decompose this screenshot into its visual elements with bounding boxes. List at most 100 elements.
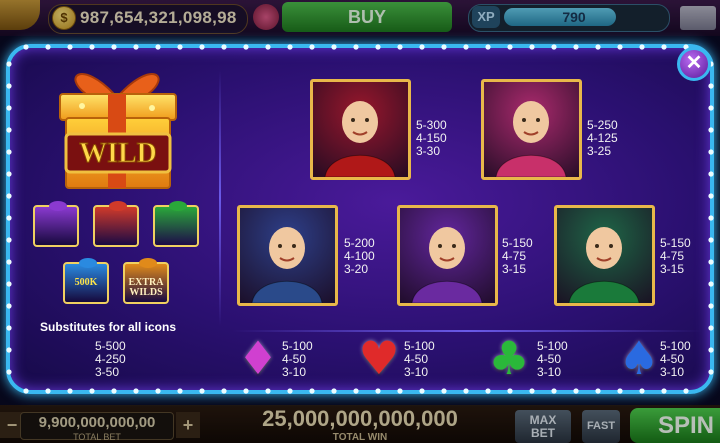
symbol-dealer bbox=[554, 205, 655, 306]
wild-label: WILD bbox=[79, 138, 157, 169]
marquee-light bbox=[6, 149, 12, 155]
marquee-light bbox=[287, 388, 293, 394]
payout-heart: 5-100 4-50 3-10 bbox=[404, 340, 435, 379]
marquee-light bbox=[441, 44, 447, 50]
dealer-figure bbox=[568, 227, 640, 303]
marquee-light bbox=[708, 193, 714, 199]
marquee-light bbox=[6, 193, 12, 199]
marquee-light bbox=[683, 388, 689, 394]
payout-lady-gift: 5-250 4-125 3-25 bbox=[587, 119, 618, 158]
payout-line: 3-30 bbox=[416, 144, 441, 158]
marquee-light bbox=[485, 388, 491, 394]
club-icon: ♣ bbox=[488, 331, 530, 385]
payout-line: 3-10 bbox=[404, 365, 429, 379]
marquee-light bbox=[375, 44, 381, 50]
marquee-light bbox=[708, 369, 714, 375]
marquee-light bbox=[708, 347, 714, 353]
payout-dealer: 5-150 4-75 3-15 bbox=[660, 237, 691, 276]
marquee-light bbox=[573, 388, 579, 394]
marquee-light bbox=[89, 388, 95, 394]
bonus-gift-label: EXTRA WILDS bbox=[128, 277, 164, 298]
symbol-cowboy bbox=[397, 205, 498, 306]
marquee-light bbox=[6, 369, 12, 375]
marquee-light bbox=[6, 281, 12, 287]
bonus-gift-icon bbox=[33, 201, 79, 247]
marquee-light bbox=[265, 44, 271, 50]
marquee-light bbox=[463, 388, 469, 394]
gift-bow-icon bbox=[79, 258, 97, 268]
marquee-light bbox=[397, 44, 403, 50]
marquee-light bbox=[419, 388, 425, 394]
marquee-light bbox=[708, 259, 714, 265]
cowboy-figure bbox=[411, 227, 483, 303]
vertical-divider bbox=[219, 70, 221, 326]
marquee-light bbox=[6, 303, 12, 309]
marquee-light bbox=[529, 44, 535, 50]
marquee-light bbox=[309, 388, 315, 394]
heart-icon: ♥ bbox=[358, 331, 400, 385]
marquee-light bbox=[6, 127, 12, 133]
payout-line: 3-10 bbox=[282, 365, 307, 379]
bonus-gift-label: 500K bbox=[74, 277, 98, 288]
marquee-light bbox=[67, 44, 73, 50]
payout-club: 5-100 4-50 3-10 bbox=[537, 340, 568, 379]
marquee-light bbox=[133, 388, 139, 394]
marquee-light bbox=[133, 44, 139, 50]
marquee-light bbox=[265, 388, 271, 394]
marquee-light bbox=[331, 388, 337, 394]
symbol-santa bbox=[310, 79, 411, 180]
payout-line: 3-20 bbox=[344, 262, 369, 276]
gift-bow-icon bbox=[109, 201, 127, 211]
marquee-light bbox=[177, 388, 183, 394]
wild-payout-3: 3-50 bbox=[95, 365, 120, 379]
marquee-light bbox=[708, 149, 714, 155]
marquee-light bbox=[221, 388, 227, 394]
marquee-light bbox=[6, 171, 12, 177]
marquee-light bbox=[6, 215, 12, 221]
marquee-light bbox=[6, 83, 12, 89]
bonus-gift-icon: 500K bbox=[63, 258, 109, 304]
marquee-light bbox=[595, 44, 601, 50]
marquee-light bbox=[441, 388, 447, 394]
marquee-light bbox=[397, 388, 403, 394]
marquee-light bbox=[708, 215, 714, 221]
wild-gift-icon: WILD bbox=[59, 73, 177, 189]
santa-figure bbox=[324, 101, 396, 177]
marquee-light bbox=[155, 44, 161, 50]
lady-gift-figure bbox=[495, 101, 567, 177]
marquee-light bbox=[287, 44, 293, 50]
marquee-light bbox=[199, 44, 205, 50]
marquee-light bbox=[708, 303, 714, 309]
symbol-man-suit bbox=[237, 205, 338, 306]
marquee-light bbox=[708, 105, 714, 111]
marquee-light bbox=[617, 44, 623, 50]
marquee-light bbox=[639, 44, 645, 50]
marquee-light bbox=[551, 44, 557, 50]
close-button[interactable]: ✕ bbox=[677, 47, 711, 81]
marquee-light bbox=[507, 388, 513, 394]
marquee-light bbox=[199, 388, 205, 394]
marquee-light bbox=[573, 44, 579, 50]
payout-line: 3-15 bbox=[502, 262, 527, 276]
marquee-light bbox=[639, 388, 645, 394]
diamond-icon: ♦ bbox=[237, 331, 279, 385]
marquee-light bbox=[6, 61, 12, 67]
marquee-light bbox=[6, 105, 12, 111]
marquee-light bbox=[6, 325, 12, 331]
payout-cowboy: 5-150 4-75 3-15 bbox=[502, 237, 533, 276]
marquee-light bbox=[23, 44, 29, 50]
marquee-light bbox=[45, 44, 51, 50]
marquee-light bbox=[463, 44, 469, 50]
payout-santa: 5-300 4-150 3-30 bbox=[416, 119, 447, 158]
gift-bow-icon bbox=[169, 201, 187, 211]
gift-bow-icon bbox=[139, 258, 157, 268]
wild-substitutes-text: Substitutes for all icons bbox=[40, 320, 177, 334]
payout-line: 3-10 bbox=[537, 365, 562, 379]
marquee-light bbox=[177, 44, 183, 50]
payout-line: 3-15 bbox=[660, 262, 685, 276]
marquee-light bbox=[485, 44, 491, 50]
marquee-light bbox=[419, 44, 425, 50]
marquee-light bbox=[661, 388, 667, 394]
gift-bow-icon bbox=[49, 201, 67, 211]
marquee-light bbox=[661, 44, 667, 50]
